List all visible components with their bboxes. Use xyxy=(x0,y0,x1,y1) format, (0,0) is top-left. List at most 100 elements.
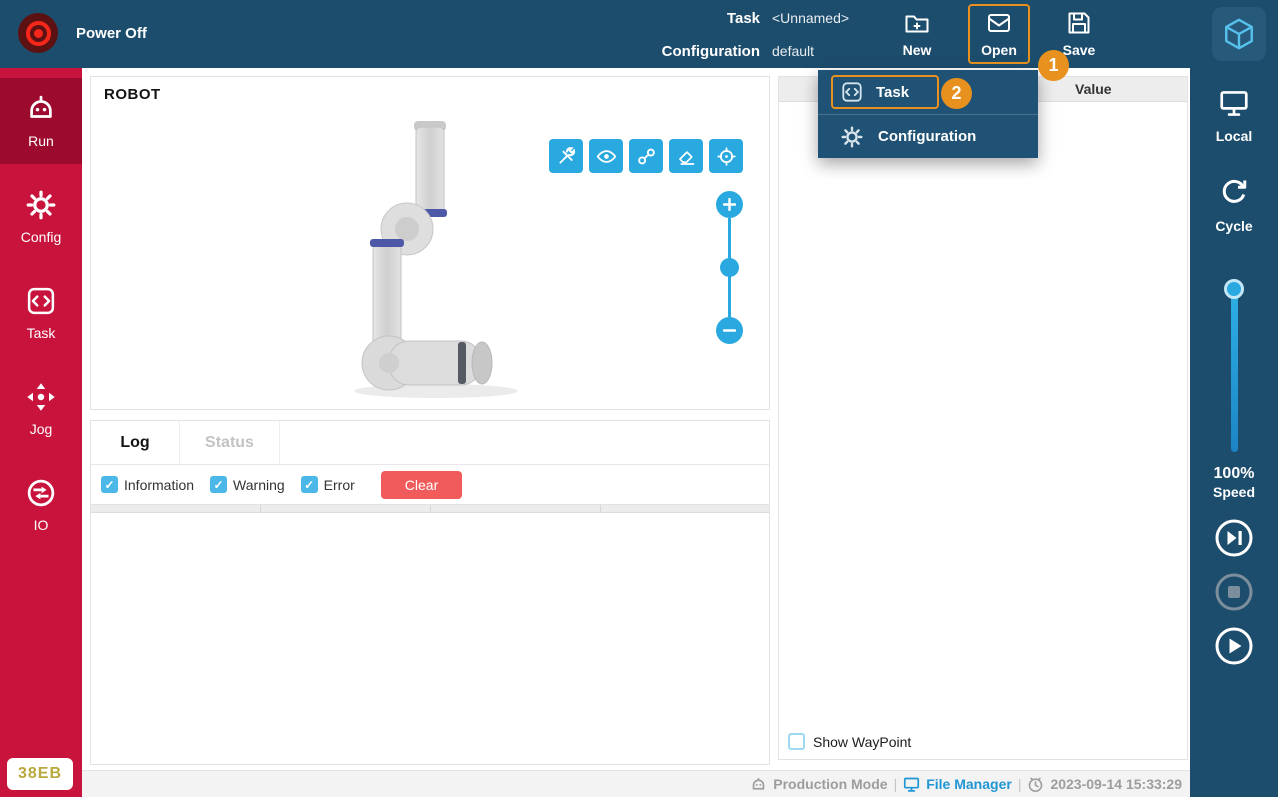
clock-icon xyxy=(1027,776,1044,793)
value-column-header: Value xyxy=(1075,81,1112,97)
speed-label: Speed xyxy=(1213,484,1255,502)
open-file-icon xyxy=(986,10,1012,39)
configuration-menu-label: Configuration xyxy=(878,128,976,145)
step-forward-button[interactable] xyxy=(1214,518,1254,558)
zoom-slider-thumb[interactable] xyxy=(720,258,739,277)
task-menu-label: Task xyxy=(876,84,909,101)
cycle-icon xyxy=(1219,177,1249,212)
file-manager-icon xyxy=(903,776,920,793)
right-sidebar: Local Cycle 100% Speed xyxy=(1190,68,1278,797)
task-icon xyxy=(841,81,863,103)
open-button[interactable]: Open xyxy=(968,4,1030,64)
cycle-mode-button[interactable]: Cycle xyxy=(1215,177,1252,234)
filter-warning-checkbox[interactable]: ✓ Warning xyxy=(210,476,285,493)
task-value: <Unnamed> xyxy=(772,10,849,26)
log-column-divider xyxy=(91,505,261,512)
log-table-body[interactable] xyxy=(91,513,769,764)
save-button-label: Save xyxy=(1063,42,1096,58)
transport-controls xyxy=(1214,518,1254,666)
local-mode-button[interactable]: Local xyxy=(1216,90,1253,144)
sidebar-jog-label: Jog xyxy=(30,421,53,437)
jog-move-icon xyxy=(25,381,57,413)
sidebar-task-label: Task xyxy=(27,325,56,341)
checkbox-checked-icon: ✓ xyxy=(210,476,227,493)
tab-status[interactable]: Status xyxy=(180,421,280,464)
robot-run-icon xyxy=(25,93,57,125)
menu-item-configuration[interactable]: Configuration xyxy=(818,114,1038,158)
monitor-icon xyxy=(1219,90,1249,122)
filter-error-label: Error xyxy=(324,477,355,493)
sidebar-item-task[interactable]: Task xyxy=(0,270,82,356)
power-button[interactable]: Power Off xyxy=(18,13,147,53)
open-button-label: Open xyxy=(981,42,1017,58)
sidebar-item-run[interactable]: Run xyxy=(0,78,82,164)
zoom-in-button[interactable] xyxy=(716,191,743,218)
checkbox-unchecked-icon xyxy=(788,733,805,750)
status-bar: Production Mode | File Manager | 2023-09… xyxy=(82,770,1190,797)
open-dropdown-menu: Task Configuration xyxy=(818,70,1038,158)
play-button[interactable] xyxy=(1214,626,1254,666)
sidebar-io-label: IO xyxy=(34,517,49,533)
robot-view-toolbar xyxy=(549,139,743,173)
gear-icon xyxy=(841,126,863,148)
erase-button[interactable] xyxy=(669,139,703,173)
gear-icon xyxy=(25,189,57,221)
task-label: Task xyxy=(560,10,760,27)
sidebar-item-config[interactable]: Config xyxy=(0,174,82,260)
file-manager-link[interactable]: File Manager xyxy=(926,776,1012,792)
filter-information-checkbox[interactable]: ✓ Information xyxy=(101,476,194,493)
brand-logo-icon xyxy=(1212,7,1266,61)
separator: | xyxy=(1018,776,1022,792)
plus-icon xyxy=(723,198,736,211)
log-filters: ✓ Information ✓ Warning ✓ Error Clear xyxy=(91,465,769,504)
power-icon xyxy=(18,13,58,53)
sidebar-item-jog[interactable]: Jog xyxy=(0,366,82,452)
show-waypoint-checkbox[interactable]: Show WayPoint xyxy=(788,733,911,750)
power-label: Power Off xyxy=(76,25,147,42)
speed-value: 100% xyxy=(1213,464,1255,484)
filter-error-checkbox[interactable]: ✓ Error xyxy=(301,476,355,493)
configuration-value: default xyxy=(772,43,814,59)
visibility-button[interactable] xyxy=(589,139,623,173)
cycle-label: Cycle xyxy=(1215,218,1252,234)
new-file-icon xyxy=(904,10,930,39)
minus-icon xyxy=(723,324,736,337)
tab-log[interactable]: Log xyxy=(91,421,180,464)
zoom-slider-track[interactable] xyxy=(728,218,731,317)
separator: | xyxy=(894,776,898,792)
robot-panel: ROBOT xyxy=(90,76,770,410)
filter-warning-label: Warning xyxy=(233,477,285,493)
zoom-control xyxy=(714,191,744,344)
left-sidebar: Run Config Task Jog IO 38EB xyxy=(0,68,82,797)
speed-slider-thumb[interactable] xyxy=(1224,279,1244,299)
timestamp: 2023-09-14 15:33:29 xyxy=(1050,776,1182,792)
log-column-divider xyxy=(431,505,601,512)
menu-item-task[interactable]: Task xyxy=(818,70,1038,114)
app-window: Power Off Task <Unnamed> Configuration d… xyxy=(0,0,1278,797)
joints-button[interactable] xyxy=(629,139,663,173)
speed-slider-track[interactable] xyxy=(1231,282,1238,452)
checkbox-checked-icon: ✓ xyxy=(301,476,318,493)
log-tabs: Log Status xyxy=(91,421,769,465)
sidebar-config-label: Config xyxy=(21,229,61,245)
stop-button[interactable] xyxy=(1214,572,1254,612)
speed-readout: 100% Speed xyxy=(1213,464,1255,502)
clear-log-button[interactable]: Clear xyxy=(381,471,462,499)
log-table-header xyxy=(91,504,769,513)
zoom-out-button[interactable] xyxy=(716,317,743,344)
checkbox-checked-icon: ✓ xyxy=(101,476,118,493)
sidebar-run-label: Run xyxy=(28,133,54,149)
play-icon xyxy=(1214,626,1254,666)
new-button[interactable]: New xyxy=(886,4,948,64)
reset-view-button[interactable] xyxy=(709,139,743,173)
stop-icon xyxy=(1214,572,1254,612)
log-column-divider xyxy=(601,505,769,512)
log-column-divider xyxy=(261,505,431,512)
task-config-info: Task <Unnamed> Configuration default xyxy=(560,6,849,72)
speed-slider[interactable] xyxy=(1223,282,1245,452)
tools-button[interactable] xyxy=(549,139,583,173)
eye-icon xyxy=(596,146,617,167)
sidebar-item-io[interactable]: IO xyxy=(0,462,82,548)
show-waypoint-label: Show WayPoint xyxy=(813,734,911,750)
save-icon xyxy=(1066,10,1092,39)
